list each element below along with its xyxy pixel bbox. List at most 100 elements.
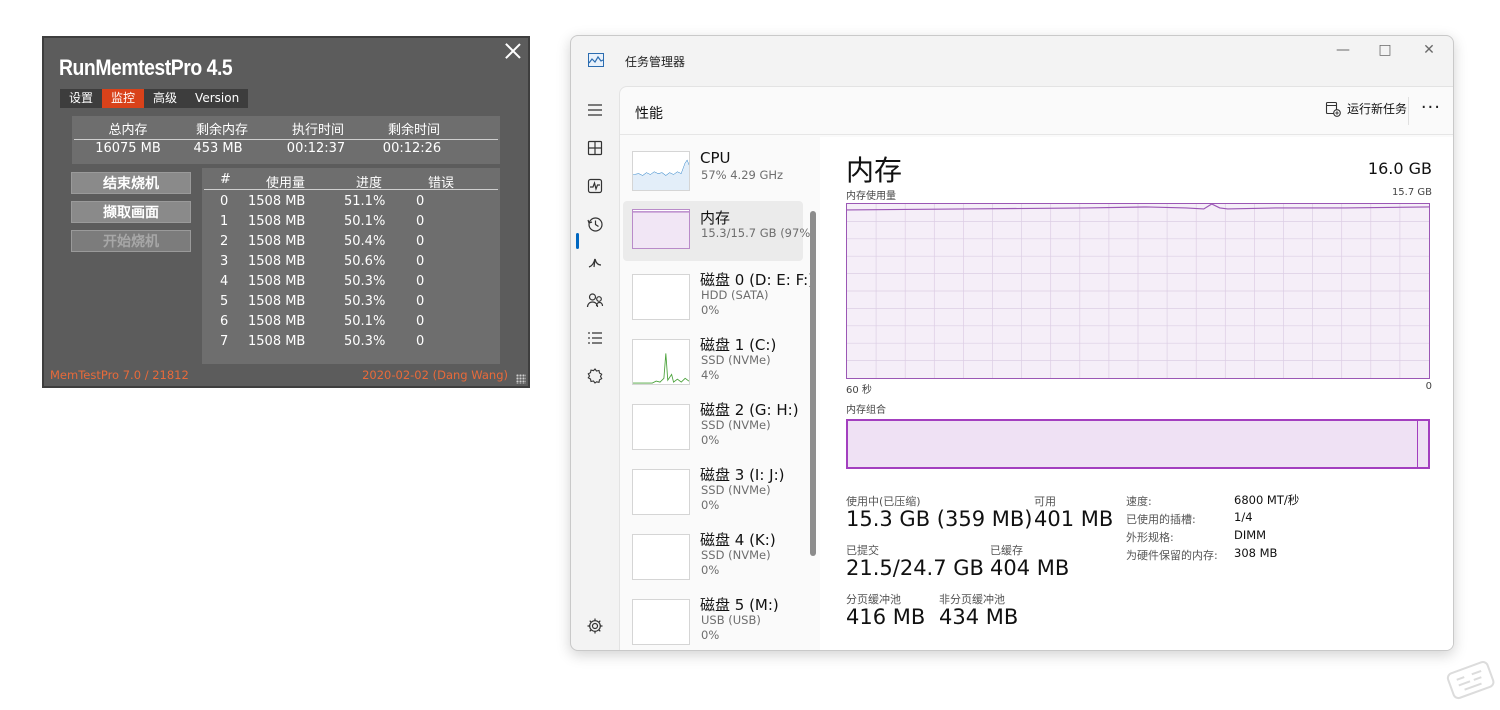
cell-errors: 0 — [416, 254, 424, 269]
task-manager-window: 任务管理器 — □ ✕ 性能 运行新任务 ··· — [570, 35, 1454, 651]
selected-indicator — [576, 233, 579, 249]
device-name: 磁盘 5 (M:) — [700, 594, 779, 615]
maximize-icon[interactable]: □ — [1375, 42, 1395, 60]
disk-thumbnail-graph — [632, 599, 690, 645]
close-icon[interactable] — [504, 42, 522, 60]
summary-header: 剩余时间 — [364, 119, 464, 138]
device-name: CPU — [700, 149, 731, 167]
memory-heading: 内存 — [846, 149, 902, 189]
device-detail: SSD (NVMe) — [701, 353, 771, 367]
tab-bar: 设置 监控 高级 Version — [60, 89, 248, 108]
device-name: 磁盘 2 (G: H:) — [700, 399, 799, 420]
divider — [1408, 97, 1409, 125]
cell-progress: 50.3% — [344, 294, 385, 309]
cell-index: 3 — [220, 254, 228, 269]
divider — [204, 189, 498, 190]
page-title: 性能 — [635, 103, 663, 123]
more-options-icon[interactable]: ··· — [1421, 97, 1441, 118]
capture-screen-button[interactable]: 撷取画面 — [71, 201, 191, 223]
settings-gear-icon[interactable] — [585, 616, 605, 636]
device-item-disk-0[interactable]: 磁盘 0 (D: E: F:) HDD (SATA) 0% — [623, 263, 803, 323]
committed-value: 21.5/24.7 GB — [846, 556, 984, 580]
divider — [74, 139, 498, 140]
table-row: 71508 MB50.3%0 — [202, 334, 500, 354]
device-usage: 0% — [701, 563, 719, 577]
details-icon[interactable] — [585, 328, 605, 348]
tab-monitor[interactable]: 监控 — [102, 89, 144, 108]
in-use-value: 15.3 GB (359 MB) — [846, 507, 1032, 531]
start-burnin-button[interactable]: 开始烧机 — [71, 230, 191, 252]
cell-errors: 0 — [416, 234, 424, 249]
cell-usage: 1508 MB — [248, 334, 305, 349]
runmemtest-window: RunMemtestPro 4.5 设置 监控 高级 Version 总内存 剩… — [42, 36, 530, 388]
table-row: 01508 MB51.1%0 — [202, 194, 500, 214]
stop-burnin-button[interactable]: 结束烧机 — [71, 172, 191, 194]
device-item-disk-3[interactable]: 磁盘 3 (I: J:) SSD (NVMe) 0% — [623, 458, 803, 518]
table-row: 51508 MB50.3%0 — [202, 294, 500, 314]
device-item-disk-4[interactable]: 磁盘 4 (K:) SSD (NVMe) 0% — [623, 523, 803, 583]
cell-index: 6 — [220, 314, 228, 329]
resize-grip[interactable] — [516, 374, 526, 384]
cell-progress: 50.1% — [344, 214, 385, 229]
device-item-disk-5[interactable]: 磁盘 5 (M:) USB (USB) 0% — [623, 588, 803, 648]
cell-usage: 1508 MB — [248, 314, 305, 329]
cell-usage: 1508 MB — [248, 274, 305, 289]
cell-errors: 0 — [416, 334, 424, 349]
device-item-memory[interactable]: 内存 15.3/15.7 GB (97%) — [623, 201, 803, 261]
processes-icon[interactable] — [585, 138, 605, 158]
device-list: CPU 57% 4.29 GHz 内存 15.3/15.7 GB (97%) 磁… — [620, 143, 820, 651]
cell-index: 4 — [220, 274, 228, 289]
cell-usage: 1508 MB — [248, 194, 305, 209]
device-usage: 0% — [701, 628, 719, 642]
watermark-logo — [1443, 656, 1499, 706]
cell-progress: 50.3% — [344, 274, 385, 289]
device-usage: 4% — [701, 368, 719, 382]
free-memory-value: 453 MB — [168, 141, 268, 156]
summary-header: 剩余内存 — [172, 119, 272, 138]
cell-errors: 0 — [416, 194, 424, 209]
cell-index: 0 — [220, 194, 228, 209]
table-row: 41508 MB50.3%0 — [202, 274, 500, 294]
table-row: 61508 MB50.1%0 — [202, 314, 500, 334]
cell-index: 7 — [220, 334, 228, 349]
users-icon[interactable] — [585, 290, 605, 310]
performance-icon[interactable] — [585, 176, 605, 196]
form-factor-value: DIMM — [1234, 528, 1266, 542]
startup-apps-icon[interactable] — [585, 252, 605, 272]
window-title: 任务管理器 — [625, 53, 685, 70]
cell-errors: 0 — [416, 214, 424, 229]
total-memory-value: 16075 MB — [78, 141, 178, 156]
app-history-icon[interactable] — [585, 214, 605, 234]
device-item-disk-2[interactable]: 磁盘 2 (G: H:) SSD (NVMe) 0% — [623, 393, 803, 453]
hamburger-menu-icon[interactable] — [585, 100, 605, 120]
remaining-time-value: 00:12:26 — [362, 141, 462, 156]
summary-header: 总内存 — [78, 119, 178, 138]
scrollbar[interactable] — [810, 211, 816, 556]
slots-value: 1/4 — [1234, 510, 1253, 524]
table-row: 11508 MB50.1%0 — [202, 214, 500, 234]
cell-index: 2 — [220, 234, 228, 249]
device-detail: SSD (NVMe) — [701, 548, 771, 562]
speed-value: 6800 MT/秒 — [1234, 492, 1299, 508]
table-row: 21508 MB50.4%0 — [202, 234, 500, 254]
cell-progress: 50.1% — [344, 314, 385, 329]
hardware-reserved-value: 308 MB — [1234, 546, 1277, 560]
form-factor-label: 外形规格: — [1126, 529, 1174, 545]
device-item-disk-1[interactable]: 磁盘 1 (C:) SSD (NVMe) 4% — [623, 328, 803, 388]
minimize-icon[interactable]: — — [1333, 42, 1353, 60]
run-new-task-button[interactable]: 运行新任务 — [1325, 100, 1407, 117]
elapsed-time-value: 00:12:37 — [266, 141, 366, 156]
tab-settings[interactable]: 设置 — [60, 89, 102, 108]
services-icon[interactable] — [585, 366, 605, 386]
device-name: 磁盘 4 (K:) — [700, 529, 776, 550]
device-name: 磁盘 0 (D: E: F:) — [700, 269, 814, 290]
cell-usage: 1508 MB — [248, 214, 305, 229]
device-item-cpu[interactable]: CPU 57% 4.29 GHz — [623, 143, 803, 203]
cell-progress: 50.4% — [344, 234, 385, 249]
tab-version[interactable]: Version — [186, 89, 248, 108]
section-header: 性能 运行新任务 ··· — [620, 87, 1454, 135]
disk-thumbnail-graph — [632, 339, 690, 385]
close-icon[interactable]: ✕ — [1419, 42, 1439, 60]
device-name: 磁盘 3 (I: J:) — [700, 464, 785, 485]
tab-advanced[interactable]: 高级 — [144, 89, 186, 108]
